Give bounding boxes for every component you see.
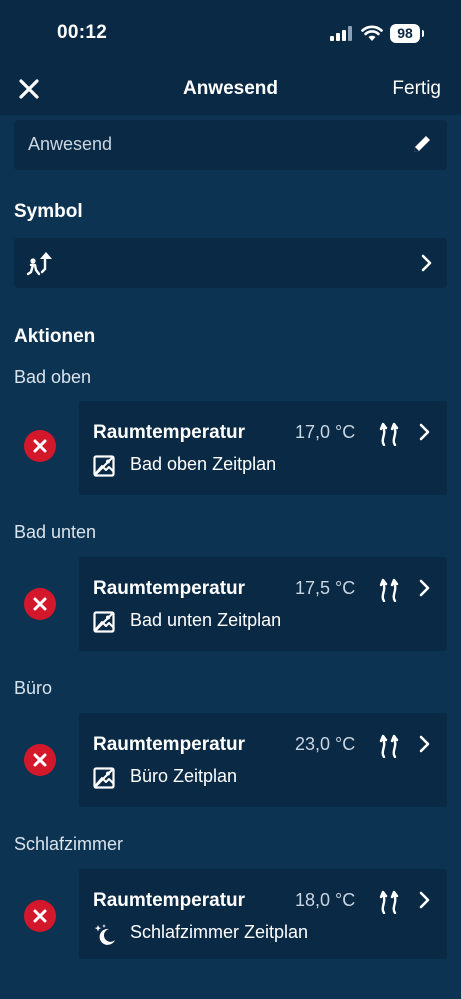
symbol-selector[interactable] — [14, 238, 447, 288]
schedule-image-icon — [93, 767, 115, 789]
symbol-section-title: Symbol — [14, 201, 83, 222]
schedule-name: Büro Zeitplan — [130, 766, 238, 786]
remove-action-button[interactable] — [24, 430, 56, 462]
heating-icon — [379, 578, 399, 602]
wifi-icon — [361, 25, 383, 41]
scene-name-field[interactable]: Anwesend — [14, 120, 447, 170]
chevron-right-icon — [421, 254, 432, 272]
room-label: Büro — [14, 678, 53, 698]
heating-icon — [379, 890, 399, 914]
schedule-name: Schlafzimmer Zeitplan — [130, 922, 309, 942]
remove-action-button[interactable] — [24, 744, 56, 776]
temperature-value: 18,0 °C — [295, 890, 356, 910]
heating-icon — [379, 422, 399, 446]
action-label: Raumtemperatur — [93, 890, 246, 911]
actions-section-title: Aktionen — [14, 326, 96, 347]
heating-icon — [379, 734, 399, 758]
pencil-icon[interactable] — [411, 133, 433, 155]
cellular-signal-icon — [330, 26, 352, 41]
temperature-value: 17,5 °C — [295, 578, 356, 598]
status-time: 00:12 — [57, 22, 108, 43]
chevron-right-icon — [419, 735, 430, 753]
scene-name-input[interactable]: Anwesend — [28, 134, 112, 155]
room-label: Bad unten — [14, 522, 97, 542]
done-button[interactable]: Fertig — [392, 78, 441, 100]
moon-stars-icon — [94, 924, 115, 945]
person-arriving-home-icon — [26, 252, 52, 276]
chevron-right-icon — [419, 891, 430, 909]
remove-icon — [33, 439, 47, 453]
remove-action-button[interactable] — [24, 900, 56, 932]
remove-icon — [33, 597, 47, 611]
schedule-image-icon — [93, 611, 115, 633]
action-label: Raumtemperatur — [93, 578, 246, 599]
remove-icon — [33, 753, 47, 767]
action-card[interactable]: Raumtemperatur 17,0 °C Bad oben Zeitplan — [79, 401, 447, 495]
room-label: Schlafzimmer — [14, 834, 124, 854]
remove-icon — [33, 909, 47, 923]
schedule-image-icon — [93, 455, 115, 477]
action-card[interactable]: Raumtemperatur 17,5 °C Bad unten Zeitpla… — [79, 557, 447, 651]
temperature-value: 23,0 °C — [295, 734, 356, 754]
chevron-right-icon — [419, 579, 430, 597]
schedule-name: Bad oben Zeitplan — [130, 454, 277, 474]
temperature-value: 17,0 °C — [295, 422, 356, 442]
room-label: Bad oben — [14, 367, 92, 387]
schedule-name: Bad unten Zeitplan — [130, 610, 282, 630]
battery-indicator: 98 — [390, 24, 424, 43]
action-label: Raumtemperatur — [93, 734, 246, 755]
header: 00:12 98 Anwesend Fertig — [0, 0, 461, 115]
action-label: Raumtemperatur — [93, 422, 246, 443]
status-bar: 00:12 98 — [0, 0, 461, 66]
action-card[interactable]: Raumtemperatur 23,0 °C Büro Zeitplan — [79, 713, 447, 807]
chevron-right-icon — [419, 423, 430, 441]
action-card[interactable]: Raumtemperatur 18,0 °C Schlafzimmer Zeit… — [79, 869, 447, 959]
remove-action-button[interactable] — [24, 588, 56, 620]
